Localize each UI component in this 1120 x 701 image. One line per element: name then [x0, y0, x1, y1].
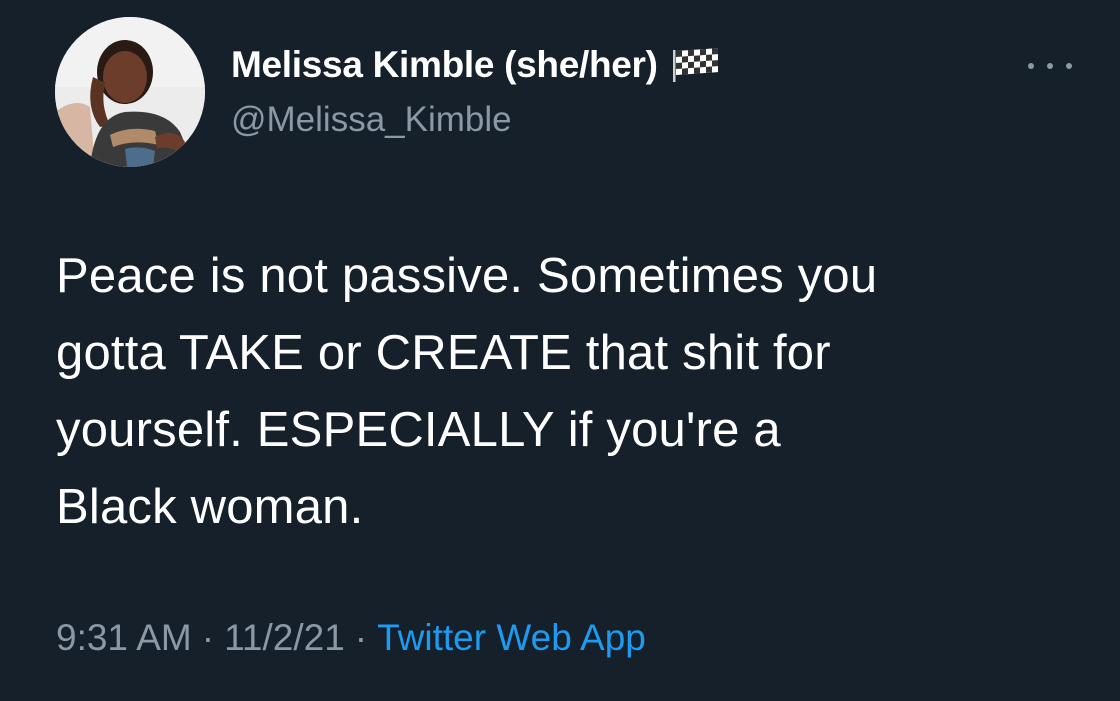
avatar[interactable] — [55, 17, 205, 167]
tweet-time[interactable]: 9:31 AM — [56, 617, 192, 658]
more-options-icon[interactable] — [1028, 54, 1072, 78]
user-handle[interactable]: @Melissa_Kimble — [231, 100, 512, 140]
checkered-flag-icon — [670, 48, 722, 82]
tweet-line: Black woman. — [56, 480, 364, 534]
tweet-metadata: 9:31 AM · 11/2/21 · Twitter Web App — [56, 617, 646, 659]
tweet-date[interactable]: 11/2/21 — [224, 617, 345, 658]
tweet-card: Melissa Kimble (she/her) @Melissa_Kimble… — [0, 0, 1120, 701]
display-name[interactable]: Melissa Kimble (she/her) — [231, 44, 722, 86]
more-dot — [1066, 63, 1072, 69]
tweet-line: Peace is not passive. Sometimes you — [56, 249, 878, 303]
separator: · — [354, 617, 368, 658]
tweet-source-link[interactable]: Twitter Web App — [377, 617, 646, 658]
tweet-line: gotta TAKE or CREATE that shit for — [56, 326, 831, 380]
avatar-image — [55, 17, 205, 167]
tweet-text: Peace is not passive. Sometimes you gott… — [56, 238, 1086, 546]
separator: · — [201, 617, 215, 658]
display-name-text: Melissa Kimble (she/her) — [231, 44, 658, 85]
tweet-line: yourself. ESPECIALLY if you're a — [56, 403, 781, 457]
more-dot — [1028, 63, 1034, 69]
more-dot — [1047, 63, 1053, 69]
